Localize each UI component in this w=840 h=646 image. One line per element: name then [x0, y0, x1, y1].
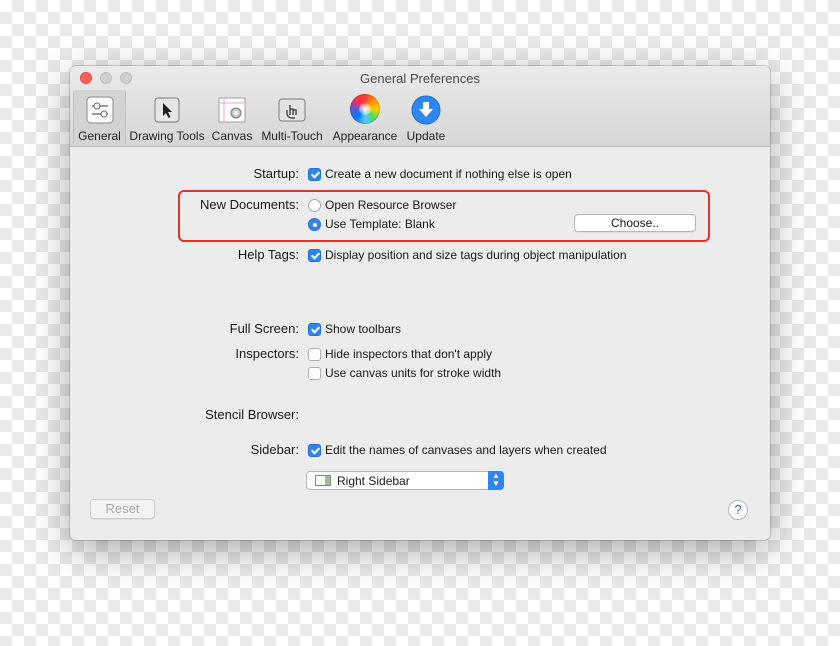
canvas-icon [218, 97, 246, 123]
canvas-units-text: Use canvas units for stroke width [325, 366, 502, 380]
touch-icon [278, 98, 306, 122]
reset-button[interactable]: Reset [90, 499, 155, 519]
tab-drawing-tools-label: Drawing Tools [129, 129, 205, 143]
tab-update-label: Update [406, 129, 446, 143]
preferences-window: General Preferences General Drawing Tool… [70, 66, 770, 540]
use-template-text: Use Template: Blank [325, 217, 435, 231]
tab-update[interactable]: Update [402, 90, 450, 144]
tab-drawing-tools[interactable]: Drawing Tools [126, 90, 208, 144]
color-wheel-icon [350, 94, 380, 124]
stencil-browser-value: Right Sidebar [337, 474, 410, 488]
popup-stepper-icon: ▲ ▼ [488, 471, 504, 490]
choose-template-button[interactable]: Choose.. [574, 214, 696, 232]
startup-label: Startup: [253, 166, 299, 181]
stencil-browser-popup[interactable]: Right Sidebar ▲ ▼ [306, 471, 504, 490]
hide-inspectors-checkbox[interactable] [308, 348, 321, 361]
tab-general[interactable]: General [73, 90, 126, 144]
sliders-icon [86, 96, 113, 124]
full-screen-option-text: Show toolbars [325, 322, 402, 336]
open-resource-browser-radio[interactable] [308, 199, 321, 212]
pointer-icon [154, 97, 180, 123]
general-pane: Startup: Create a new document if nothin… [70, 147, 770, 540]
startup-checkbox[interactable] [308, 168, 321, 181]
sidebar-checkbox[interactable] [308, 444, 321, 457]
sidebar-option-text: Edit the names of canvases and layers wh… [325, 443, 607, 457]
tab-appearance-label: Appearance [332, 129, 398, 143]
title-bar: General Preferences General Drawing Tool… [70, 66, 770, 147]
use-template-radio[interactable] [308, 218, 321, 231]
help-tags-option-text: Display position and size tags during ob… [325, 248, 627, 262]
help-tags-label: Help Tags: [237, 247, 299, 262]
download-arrow-icon [411, 95, 441, 125]
open-resource-browser-text: Open Resource Browser [325, 198, 457, 212]
tab-canvas[interactable]: Canvas [209, 90, 255, 144]
hide-inspectors-text: Hide inspectors that don't apply [325, 347, 493, 361]
tab-general-label: General [78, 129, 121, 143]
new-documents-label: New Documents: [200, 197, 299, 212]
tab-canvas-label: Canvas [211, 129, 253, 143]
full-screen-checkbox[interactable] [308, 323, 321, 336]
inspectors-label: Inspectors: [235, 346, 299, 361]
full-screen-label: Full Screen: [229, 321, 299, 336]
window-title: General Preferences [360, 71, 480, 86]
startup-option-text: Create a new document if nothing else is… [325, 167, 572, 181]
canvas-units-checkbox[interactable] [308, 367, 321, 380]
tab-multi-touch-label: Multi-Touch [261, 129, 323, 143]
tab-multi-touch[interactable]: Multi-Touch [257, 90, 327, 144]
help-tags-checkbox[interactable] [308, 249, 321, 262]
stencil-browser-label: Stencil Browser: [205, 407, 299, 422]
help-button[interactable]: ? [728, 500, 748, 520]
tab-appearance[interactable]: Appearance [330, 90, 400, 144]
sidebar-label: Sidebar: [250, 442, 299, 457]
sidebar-layout-icon [315, 475, 331, 486]
